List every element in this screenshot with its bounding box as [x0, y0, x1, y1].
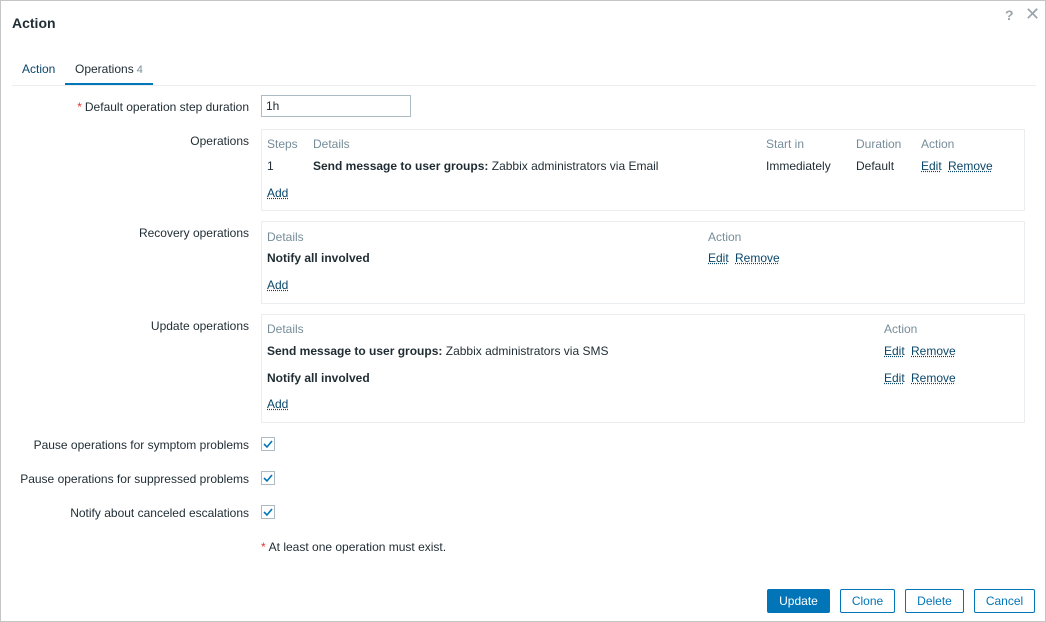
col-details: Details	[267, 230, 304, 244]
cancel-button[interactable]: Cancel	[974, 589, 1035, 613]
pause-symptom-checkbox[interactable]	[261, 437, 275, 451]
update-remove-link[interactable]: Remove	[911, 371, 956, 385]
update-details-rest: Zabbix administrators via SMS	[445, 344, 609, 358]
operation-duration: Default	[856, 159, 895, 173]
col-duration: Duration	[856, 137, 902, 151]
operations-label: Operations	[190, 134, 249, 148]
pause-suppressed-label: Pause operations for suppressed problems	[20, 472, 249, 486]
recovery-operation-details: Notify all involved	[267, 251, 370, 265]
step-duration-label-text: Default operation step duration	[84, 100, 249, 114]
notify-canceled-checkbox[interactable]	[261, 505, 275, 519]
tab-operations-count: 4	[136, 64, 143, 76]
required-asterisk: *	[77, 100, 82, 114]
operation-details-rest: Zabbix administrators via Email	[491, 159, 659, 173]
update-add-link[interactable]: Add	[267, 397, 288, 411]
col-start-in: Start in	[766, 137, 805, 151]
close-icon[interactable]: ✕	[1025, 4, 1040, 25]
tab-bar: Action Operations 4	[12, 58, 1036, 86]
step-duration-label: * Default operation step duration	[77, 100, 249, 114]
help-icon[interactable]: ?	[1005, 7, 1014, 23]
recovery-edit-link[interactable]: Edit	[708, 251, 729, 265]
pause-suppressed-checkbox[interactable]	[261, 471, 275, 485]
update-button[interactable]: Update	[767, 589, 830, 613]
update-details-bold: Send message to user groups:	[267, 344, 443, 358]
update-operations-label: Update operations	[150, 319, 249, 333]
update-operation-details: Notify all involved	[267, 371, 370, 385]
col-details: Details	[267, 322, 304, 336]
recovery-remove-link[interactable]: Remove	[735, 251, 780, 265]
tab-action[interactable]: Action	[22, 62, 55, 83]
required-asterisk: *	[261, 540, 266, 554]
pause-symptom-label: Pause operations for symptom problems	[33, 438, 249, 452]
update-remove-link[interactable]: Remove	[911, 344, 956, 358]
col-action: Action	[708, 230, 742, 244]
col-action: Action	[921, 137, 955, 151]
operation-steps: 1	[267, 159, 274, 173]
action-dialog: Action ? ✕ Action Operations 4 * Default o…	[0, 0, 1046, 622]
update-edit-link[interactable]: Edit	[884, 344, 905, 358]
operation-remove-link[interactable]: Remove	[948, 159, 993, 173]
checkmark-icon	[263, 508, 273, 517]
col-steps: Steps	[267, 137, 298, 151]
operations-table: Steps Details Start in Duration Action 1…	[261, 129, 1025, 211]
tab-operations-label: Operations	[75, 62, 134, 76]
recovery-add-link[interactable]: Add	[267, 278, 288, 292]
operation-start-in: Immediately	[766, 159, 831, 173]
operations-add-link[interactable]: Add	[267, 186, 288, 200]
operation-details: Send message to user groups: Zabbix admi…	[313, 159, 658, 173]
recovery-operations-table: Details Action Notify all involved Edit …	[261, 221, 1025, 304]
required-note-text: At least one operation must exist.	[268, 540, 447, 554]
clone-button[interactable]: Clone	[840, 589, 895, 613]
delete-button[interactable]: Delete	[905, 589, 964, 613]
dialog-title: Action	[12, 15, 56, 31]
step-duration-input[interactable]	[261, 95, 411, 117]
required-note: * At least one operation must exist.	[261, 540, 446, 554]
operation-edit-link[interactable]: Edit	[921, 159, 942, 173]
checkmark-icon	[263, 474, 273, 483]
col-action: Action	[884, 322, 918, 336]
operation-details-bold: Send message to user groups:	[313, 159, 489, 173]
recovery-operations-label: Recovery operations	[138, 226, 249, 240]
notify-canceled-label: Notify about canceled escalations	[70, 506, 249, 520]
update-operations-table: Details Action Send message to user grou…	[261, 314, 1025, 423]
checkmark-icon	[263, 440, 273, 449]
update-operation-details: Send message to user groups: Zabbix admi…	[267, 344, 608, 358]
tab-operations[interactable]: Operations 4	[65, 62, 153, 85]
col-details: Details	[313, 137, 350, 151]
update-edit-link[interactable]: Edit	[884, 371, 905, 385]
